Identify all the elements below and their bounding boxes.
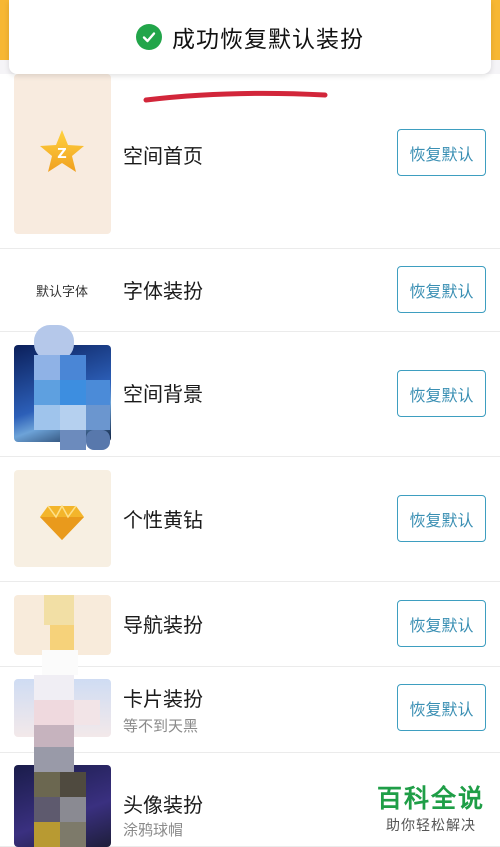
font-thumbnail-text: 默认字体: [36, 285, 89, 300]
toast-message: 成功恢复默认装扮: [172, 27, 364, 53]
qzone-star-icon: Z: [40, 130, 84, 172]
item-subtitle: 等不到天黑: [123, 717, 199, 735]
item-title: 导航装扮: [123, 613, 203, 637]
item-title: 字体装扮: [123, 279, 203, 303]
restore-default-button[interactable]: 恢复默认: [397, 600, 486, 647]
space-home-thumbnail: Z: [14, 74, 111, 234]
restore-default-button[interactable]: 恢复默认: [397, 370, 486, 417]
watermark-title: 百科全说: [376, 784, 485, 813]
privacy-mosaic-overlay: [34, 325, 110, 847]
watermark-subtitle: 助你轻松解决: [386, 818, 476, 834]
restore-default-button[interactable]: 恢复默认: [397, 266, 486, 313]
restore-default-button[interactable]: 恢复默认: [397, 684, 486, 731]
check-circle-icon: [136, 24, 162, 50]
restore-default-button[interactable]: 恢复默认: [397, 129, 486, 176]
item-title: 头像装扮: [123, 793, 203, 817]
item-title: 空间背景: [123, 382, 203, 406]
restore-default-button[interactable]: 恢复默认: [397, 495, 486, 542]
success-toast: 成功恢复默认装扮: [9, 0, 491, 74]
item-title: 个性黄钻: [123, 508, 203, 532]
item-title: 空间首页: [123, 144, 203, 168]
list-item-font[interactable]: 默认字体 字体装扮 恢复默认: [0, 249, 500, 332]
svg-text:Z: Z: [57, 147, 66, 162]
red-annotation-stroke: [143, 90, 328, 103]
item-title: 卡片装扮: [123, 687, 203, 711]
watermark: 百科全说 助你轻松解决: [370, 782, 492, 842]
item-subtitle: 涂鸦球帽: [123, 821, 184, 839]
